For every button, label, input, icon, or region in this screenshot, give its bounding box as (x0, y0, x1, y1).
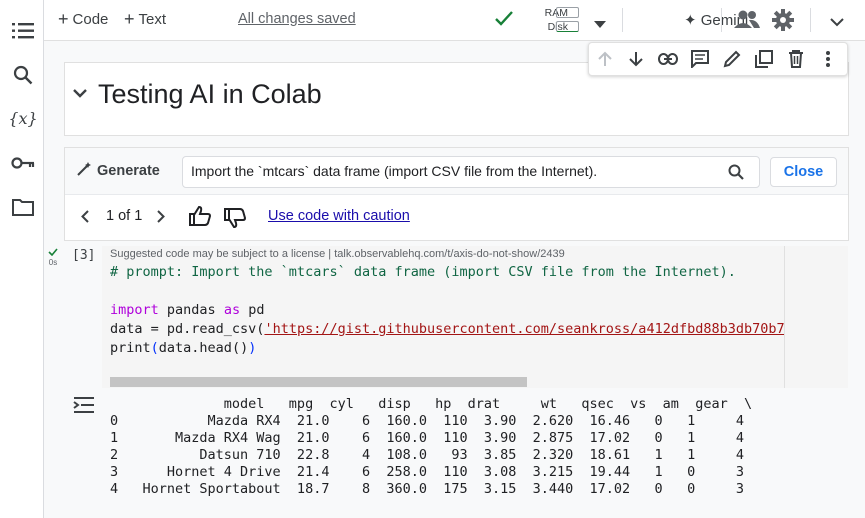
collapse-chevron-icon[interactable] (830, 14, 844, 32)
output-row: 2 Datsun 710 22.8 4 108.0 93 3.85 2.320 … (110, 447, 744, 463)
module-name: pandas (158, 302, 224, 318)
left-sidebar: {x} (0, 0, 44, 518)
csv-url-string: 'https://gist.githubusercontent.com/sean… (264, 321, 784, 337)
generate-wand-icon (77, 162, 91, 180)
add-code-button[interactable]: + Code (58, 10, 108, 28)
files-folder-icon[interactable] (11, 195, 35, 219)
toolbar-divider (721, 8, 722, 32)
close-paren: ) (248, 340, 257, 356)
close-button[interactable]: Close (770, 157, 837, 187)
output-row: 4 Hornet Sportabout 18.7 8 360.0 175 3.1… (110, 481, 744, 497)
search-icon[interactable] (728, 164, 744, 185)
link-icon[interactable] (658, 49, 678, 69)
plus-icon: + (124, 9, 135, 29)
cell-toolbar (588, 42, 848, 76)
table-of-contents-icon[interactable] (11, 19, 35, 43)
add-text-button[interactable]: + Text (124, 10, 166, 28)
disk-usage-bar (556, 21, 579, 32)
edit-pencil-icon[interactable] (722, 49, 742, 69)
keyword-import: import (110, 302, 159, 318)
more-options-icon[interactable] (818, 49, 838, 69)
output-row: 3 Hornet 4 Drive 21.4 6 258.0 110 3.08 3… (110, 464, 744, 480)
ram-usage-bar (556, 7, 579, 18)
gemini-sparkle-icon: ✦ (684, 12, 697, 29)
generate-panel: Generate Import the `mtcars` data frame … (64, 147, 849, 241)
search-icon[interactable] (11, 63, 35, 87)
module-alias: pd (240, 302, 265, 318)
move-down-icon[interactable] (626, 49, 646, 69)
comment-icon[interactable] (690, 49, 710, 69)
license-note: Suggested code may be subject to a licen… (110, 248, 565, 260)
prompt-input[interactable]: Import the `mtcars` data frame (import C… (182, 156, 760, 188)
previous-chevron-icon[interactable] (81, 210, 89, 228)
output-row: 1 Mazda RX4 Wag 21.0 6 160.0 110 3.90 2.… (110, 430, 744, 446)
use-code-with-caution-link[interactable]: Use code with caution (268, 208, 410, 224)
next-chevron-icon[interactable] (157, 210, 165, 228)
section-collapse-chevron-icon[interactable] (73, 85, 87, 103)
save-status-link[interactable]: All changes saved (238, 11, 356, 27)
code-editor[interactable]: Suggested code may be subject to a licen… (102, 246, 784, 388)
generate-label: Generate (97, 163, 160, 179)
toolbar-divider (622, 8, 623, 32)
runtime-dropdown-icon[interactable] (594, 16, 606, 34)
cell-output: model mpg cyl disp hp drat wt qsec vs am… (110, 396, 752, 498)
variables-icon[interactable]: {x} (8, 106, 37, 130)
code-line-print: print(data.head()) (110, 339, 256, 358)
delete-trash-icon[interactable] (786, 49, 806, 69)
horizontal-scrollbar[interactable] (110, 377, 527, 387)
plus-icon: + (58, 9, 69, 29)
open-paren: ( (150, 340, 159, 356)
generate-row: Generate Import the `mtcars` data frame … (65, 148, 848, 195)
thumbs-up-icon[interactable] (189, 205, 212, 231)
run-success-check-icon (46, 248, 60, 258)
prompt-text: Import the `mtcars` data frame (import C… (191, 163, 598, 179)
keyword-as: as (223, 302, 241, 318)
toolbar-divider (810, 8, 811, 32)
read-csv-call: data = pd.read_csv( (110, 321, 265, 337)
settings-gear-icon[interactable] (772, 9, 794, 36)
run-time: 0s (48, 258, 58, 267)
share-people-icon[interactable] (734, 9, 760, 34)
output-row: 0 Mazda RX4 21.0 6 160.0 110 3.90 2.620 … (110, 413, 744, 429)
thumbs-down-icon[interactable] (224, 208, 247, 233)
result-pager: 1 of 1 (106, 208, 143, 224)
head-parens: () (231, 340, 249, 356)
secrets-key-icon[interactable] (11, 151, 35, 175)
execution-count[interactable]: [3] (72, 248, 95, 263)
run-status: 0s (46, 248, 60, 267)
code-line-read-csv: data = pd.read_csv('https://gist.githubu… (110, 320, 784, 339)
code-editor-margin (784, 246, 848, 388)
output-actions-icon[interactable] (73, 396, 95, 419)
output-header: model mpg cyl disp hp drat wt qsec vs am… (110, 396, 753, 412)
generate-button[interactable]: Generate (77, 162, 160, 180)
head-call: data.head (158, 340, 232, 356)
connected-check-icon (495, 11, 513, 32)
notebook-toolbar: + Code + Text All changes saved RAM Disk… (44, 0, 865, 41)
move-up-icon[interactable] (595, 49, 615, 69)
section-title: Testing AI in Colab (98, 79, 322, 109)
code-line-comment: # prompt: Import the `mtcars` data frame… (110, 264, 736, 280)
mirror-cell-icon[interactable] (754, 49, 774, 69)
add-code-label: Code (72, 10, 109, 28)
code-line-import: import pandas as pd (110, 301, 264, 320)
print-func: print (110, 340, 151, 356)
add-text-label: Text (138, 10, 167, 28)
